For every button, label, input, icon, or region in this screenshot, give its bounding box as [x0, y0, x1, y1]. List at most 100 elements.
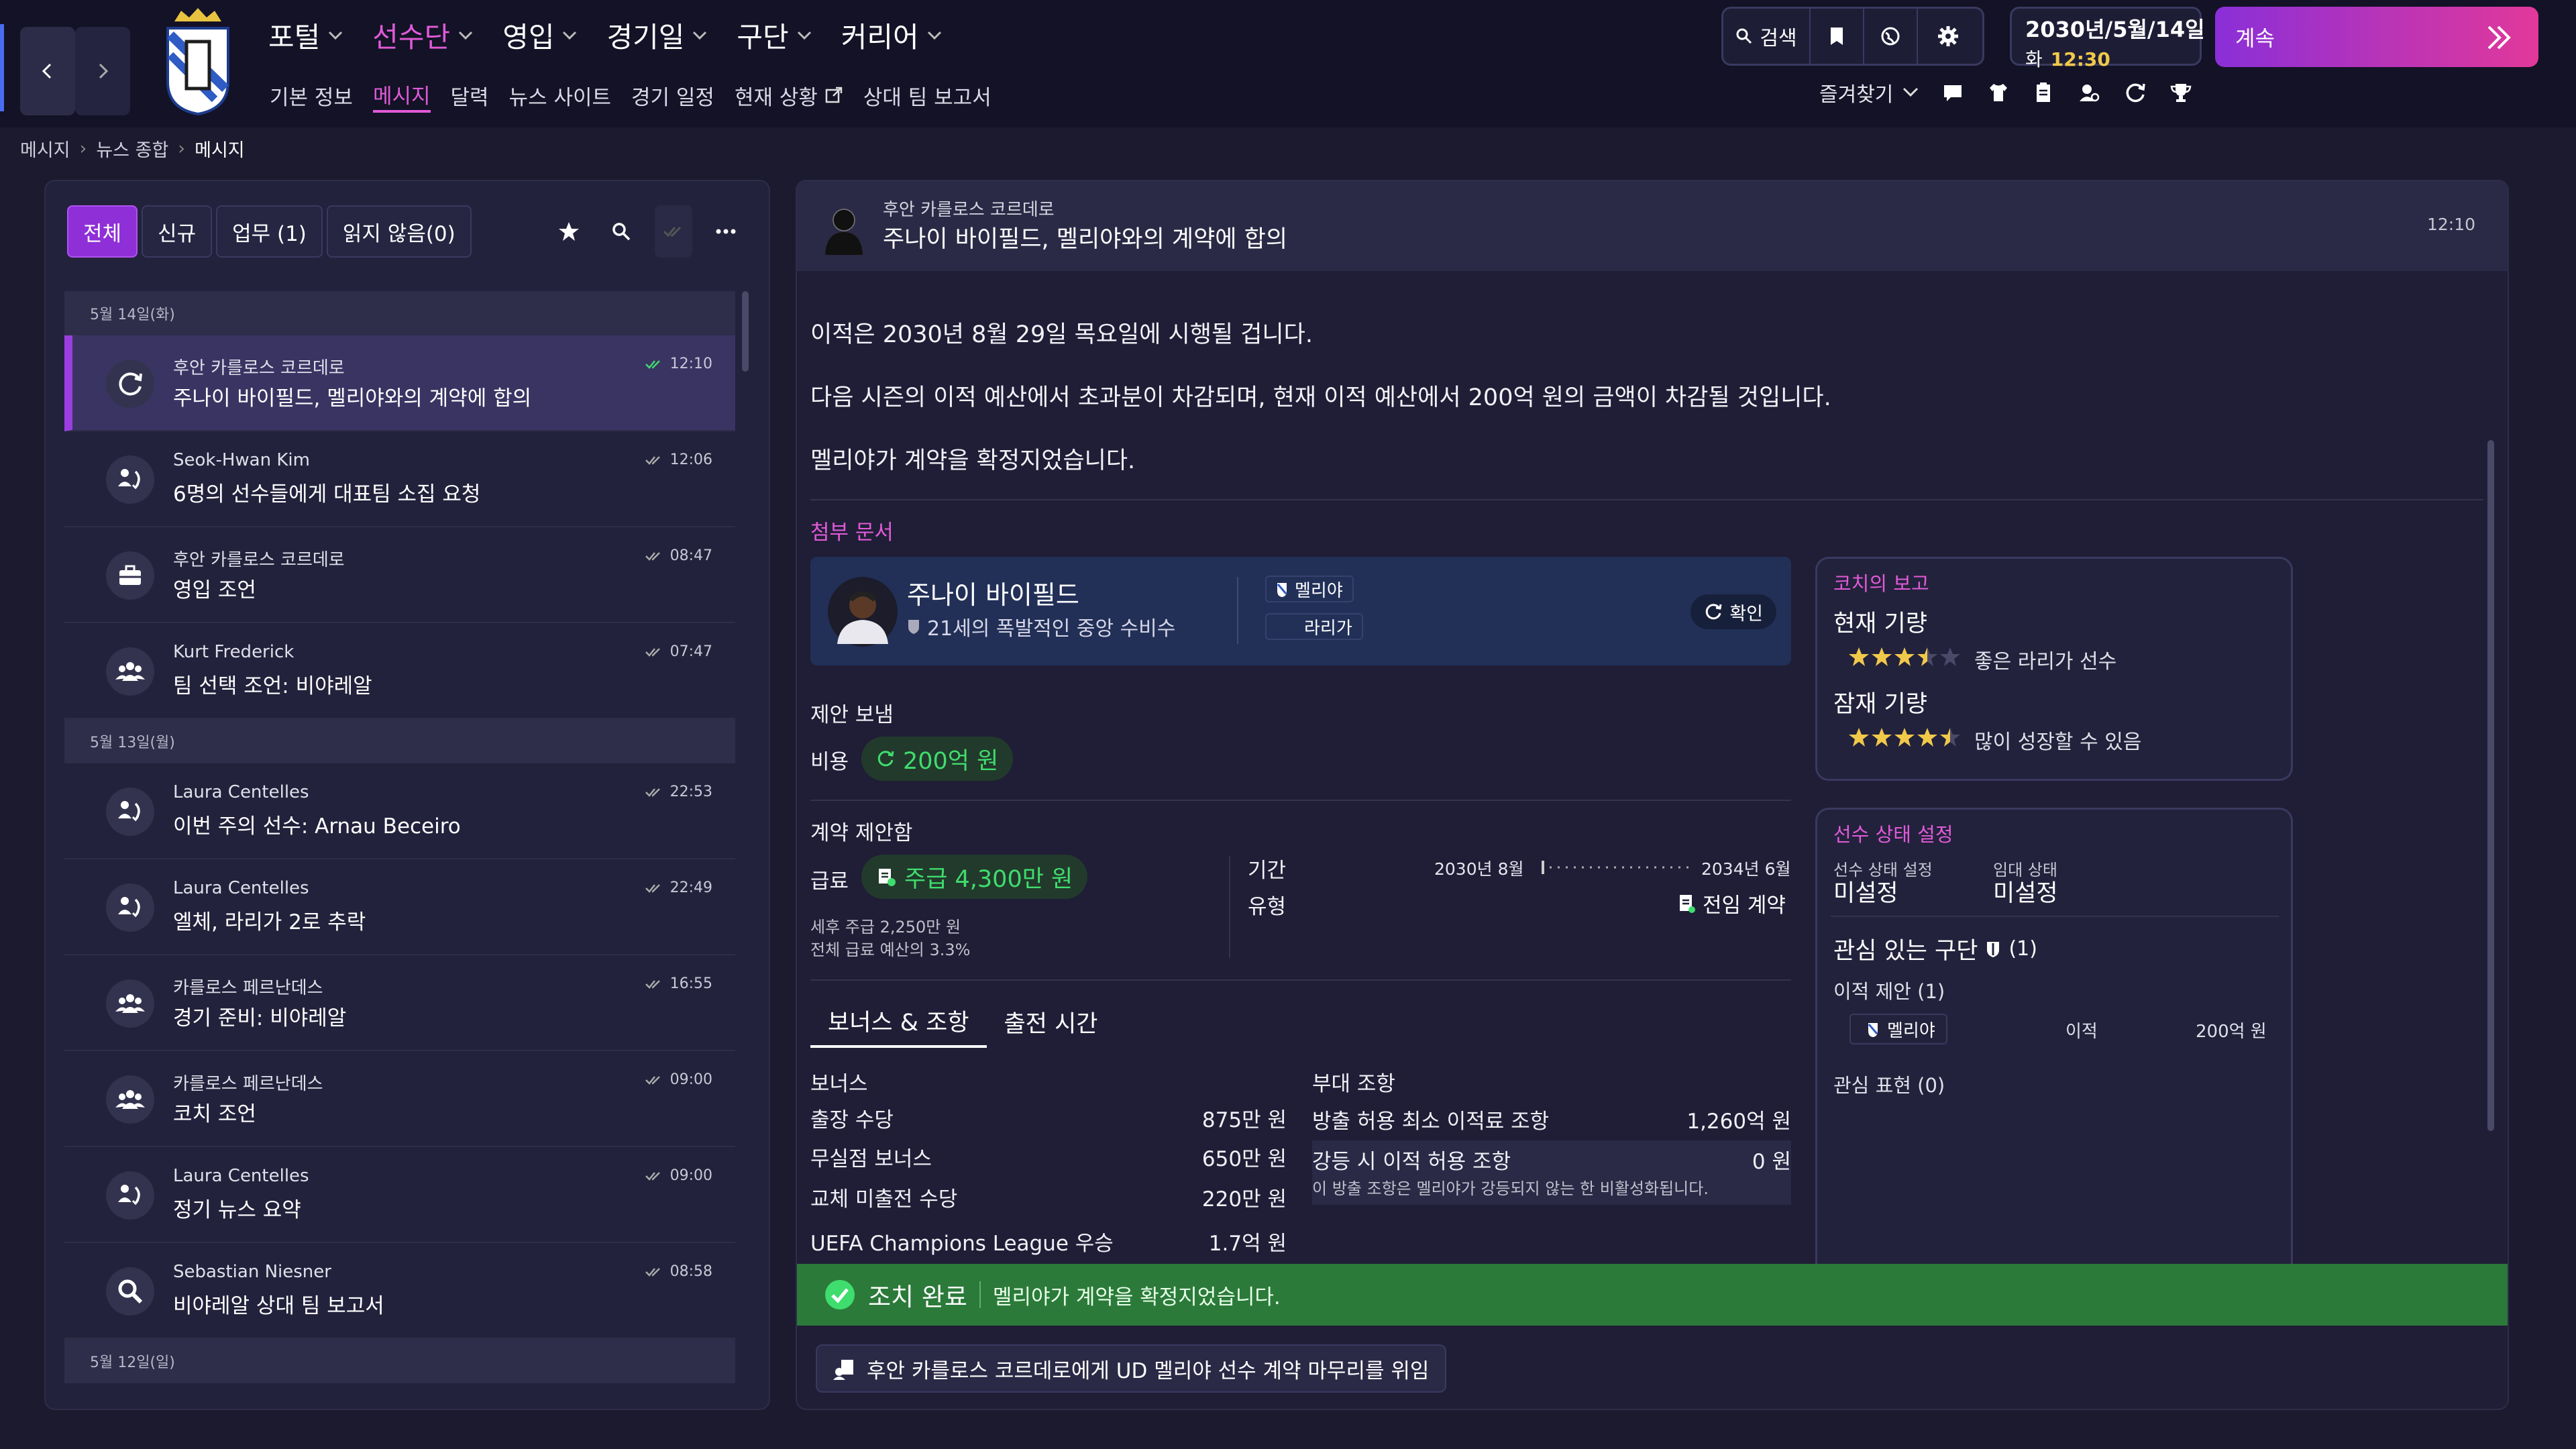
- player-description: 21세의 폭발적인 중앙 수비수: [927, 617, 1176, 641]
- transfer-people-icon: [106, 1171, 154, 1220]
- chevron-down-icon: [1903, 87, 1919, 97]
- loan-value[interactable]: 미설정: [1993, 874, 2058, 908]
- message-scrollbar[interactable]: [2487, 440, 2494, 1131]
- subnav-calendar[interactable]: 달력: [451, 78, 489, 113]
- inbox-message-row[interactable]: Sebastian Niesner 비야레알 상대 팀 보고서 08:58: [64, 1243, 735, 1339]
- message-subject: 경기 준비: 비야레알: [173, 1006, 347, 1030]
- clipboard-icon[interactable]: [2033, 81, 2055, 104]
- forward-button[interactable]: [75, 27, 130, 115]
- league-chip[interactable]: 라리가: [1265, 613, 1363, 640]
- tab-bonuses-clauses[interactable]: 보너스 & 조항: [810, 996, 987, 1048]
- chat-icon[interactable]: [1941, 81, 1964, 104]
- contract-type: 전임 계약: [1678, 888, 1786, 918]
- message-subject: 정기 뉴스 요약: [173, 1198, 301, 1222]
- offer-club-chip[interactable]: 멜리야: [1849, 1014, 1947, 1044]
- starred-button[interactable]: [550, 205, 588, 258]
- group-icon: [106, 1075, 154, 1124]
- shirt-icon[interactable]: [1987, 81, 2010, 104]
- breadcrumb-item[interactable]: 뉴스 종합: [96, 136, 168, 162]
- message-list-scrollbar[interactable]: [742, 291, 749, 372]
- nav-squad[interactable]: 선수단: [372, 15, 473, 56]
- scout-icon[interactable]: [2078, 81, 2101, 104]
- message-time: 12:06: [669, 451, 712, 468]
- delegate-icon: [833, 1360, 853, 1380]
- nav-portal[interactable]: 포털: [268, 15, 343, 56]
- group-icon: [106, 647, 154, 696]
- inbox-date-header: 5월 13일(월): [64, 719, 735, 763]
- chevron-down-icon: [329, 31, 343, 40]
- nav-club[interactable]: 구단: [737, 15, 811, 56]
- globe-button[interactable]: [1864, 9, 1918, 64]
- confirm-button[interactable]: 확인: [1690, 594, 1776, 629]
- offer-value: 200억 원: [2196, 1022, 2267, 1042]
- status-value[interactable]: 미설정: [1833, 874, 1898, 908]
- filter-all[interactable]: 전체: [67, 205, 138, 258]
- chevron-down-icon: [693, 31, 707, 40]
- refresh-icon[interactable]: [2124, 81, 2147, 104]
- inbox-message-row[interactable]: 카를로스 페르난데스 코치 조언 09:00: [64, 1051, 735, 1147]
- trophy-icon[interactable]: [2169, 81, 2192, 104]
- continue-button[interactable]: 계속: [2215, 7, 2538, 67]
- inbox-message-row[interactable]: Laura Centelles 엘체, 라리가 2로 추락 22:49: [64, 859, 735, 955]
- favorites-dropdown[interactable]: 즐겨찾기: [1819, 78, 1919, 107]
- player-status-box: 선수 상태 설정 선수 상태 설정 미설정 임대 상태 미설정 관심 있는 구단…: [1815, 808, 2293, 1264]
- nav-recruitment[interactable]: 영입: [502, 15, 577, 56]
- nav-matchday[interactable]: 경기일: [606, 15, 707, 56]
- double-check-icon: [645, 883, 660, 893]
- filter-tasks[interactable]: 업무 (1): [216, 205, 323, 258]
- nav-career[interactable]: 커리어: [841, 15, 942, 56]
- message-subject: 엘체, 라리가 2로 추락: [173, 910, 366, 934]
- body-paragraph: 멜리야가 계약을 확정지었습니다.: [810, 447, 1136, 474]
- transfer-offers-label: 이적 제안 (1): [1833, 980, 1945, 1003]
- subnav-fixtures[interactable]: 경기 일정: [631, 78, 714, 113]
- player-photo: [828, 577, 898, 647]
- period-end: 2034년 6월: [1701, 859, 1791, 879]
- inbox-message-row[interactable]: 카를로스 페르난데스 경기 준비: 비야레알 16:55: [64, 955, 735, 1051]
- inbox-message-row[interactable]: Kurt Frederick 팀 선택 조언: 비야레알 07:47: [64, 623, 735, 719]
- subnav-overview[interactable]: 기본 정보: [270, 78, 353, 113]
- inbox-message-row[interactable]: Laura Centelles 이번 주의 선수: Arnau Beceiro 22…: [64, 763, 735, 859]
- subnav-news-site[interactable]: 뉴스 사이트: [509, 78, 611, 113]
- club-crest-logo[interactable]: [161, 8, 235, 115]
- subnav-opposition-report[interactable]: 상대 팀 보고서: [863, 78, 991, 113]
- wage-value: 주급 4,300만 원: [861, 855, 1088, 899]
- back-button[interactable]: [20, 27, 75, 115]
- rating-star: [1849, 728, 1869, 747]
- search-button[interactable]: 검색: [1723, 9, 1811, 64]
- potential-ability-label: 잠재 기량: [1833, 691, 1927, 718]
- player-name[interactable]: 주나이 바이필드: [907, 574, 1079, 611]
- subnav-current-status[interactable]: 현재 상황: [735, 78, 843, 113]
- message-sender: Laura Centelles: [173, 782, 309, 802]
- inbox-message-row[interactable]: 후안 카를로스 코르데로 주나이 바이필드, 멜리야와의 계약에 합의 12:10: [64, 335, 735, 431]
- sender-avatar: [825, 209, 863, 255]
- inbox-message-row[interactable]: 후안 카를로스 코르데로 영입 조언 08:47: [64, 527, 735, 623]
- shield-icon: [1987, 941, 2000, 957]
- subnav-messages[interactable]: 메시지: [372, 78, 431, 113]
- filter-new[interactable]: 신규: [142, 205, 213, 258]
- tab-playing-time[interactable]: 출전 시간: [987, 996, 1116, 1048]
- message-sender: 후안 카를로스 코르데로: [883, 200, 1055, 220]
- body-paragraph: 다음 시즌의 이적 예산에서 초과분이 차감되며, 현재 이적 예산에서 200…: [810, 384, 1831, 411]
- delegate-button[interactable]: 후안 카를로스 코르데로에게 UD 멜리야 선수 계약 마무리를 위임: [816, 1344, 1447, 1393]
- more-options-button[interactable]: [707, 205, 745, 258]
- mark-read-button[interactable]: [655, 205, 692, 258]
- message-subject: 주나이 바이필드, 멜리야와의 계약에 합의: [173, 386, 532, 411]
- settings-button[interactable]: [1918, 9, 1978, 64]
- message-sender: Seok-Hwan Kim: [173, 450, 310, 470]
- notebook-button[interactable]: [1811, 9, 1864, 64]
- potential-ability-stars: [1848, 727, 1961, 748]
- double-check-icon: [645, 1171, 660, 1181]
- club-chip[interactable]: 멜리야: [1265, 576, 1354, 602]
- rating-star: [1872, 728, 1892, 747]
- inbox-message-row[interactable]: Laura Centelles 정기 뉴스 요약 09:00: [64, 1147, 735, 1243]
- inbox-filter-tabs: 전체 신규 업무 (1) 읽지 않음(0): [67, 205, 476, 258]
- message-time: 07:47: [669, 643, 712, 660]
- breadcrumb: 메시지 › 뉴스 종합 › 메시지: [20, 136, 245, 162]
- inbox-message-row[interactable]: Seok-Hwan Kim 6명의 선수들에게 대표팀 소집 요청 12:06: [64, 431, 735, 527]
- main-nav: 포털 선수단 영입 경기일 구단 커리어: [268, 15, 971, 56]
- breadcrumb-item[interactable]: 메시지: [20, 136, 70, 162]
- date-time-box[interactable]: 2030년/5월/14일 화 12:30: [2010, 7, 2205, 70]
- attachment-player-card[interactable]: 주나이 바이필드 21세의 폭발적인 중앙 수비수 멜리야 라리가 확인: [810, 557, 1791, 665]
- inbox-search-button[interactable]: [602, 205, 640, 258]
- filter-unread[interactable]: 읽지 않음(0): [326, 205, 472, 258]
